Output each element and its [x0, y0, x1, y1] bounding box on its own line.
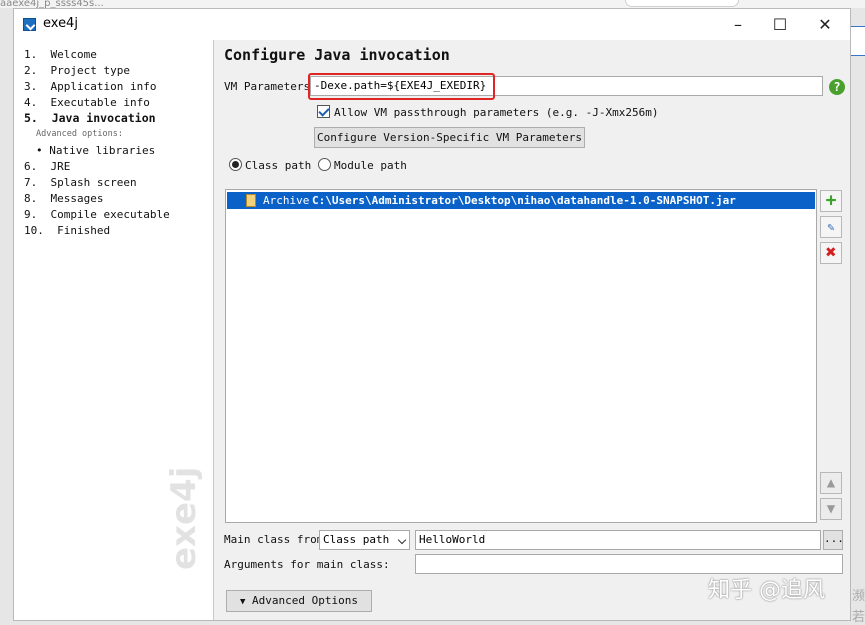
step-java-invocation[interactable]: 5. Java invocation: [24, 111, 156, 125]
edit-entry-icon[interactable]: ✎: [820, 216, 842, 238]
maximize-button[interactable]: ☐: [757, 9, 803, 40]
help-icon[interactable]: ?: [829, 79, 845, 95]
add-entry-icon[interactable]: +: [820, 190, 842, 212]
advanced-options-caption: Advanced options:: [36, 129, 123, 139]
step-messages[interactable]: 8. Messages: [24, 192, 103, 205]
step-native-libraries[interactable]: • Native libraries: [36, 144, 155, 157]
wizard-steps-sidebar: 1. Welcome 2. Project type 3. Applicatio…: [14, 40, 214, 620]
step-jre[interactable]: 6. JRE: [24, 160, 70, 173]
zhihu-watermark: 知乎 @追风: [708, 578, 825, 603]
main-class-from-label: Main class from: [224, 533, 324, 546]
exe4j-window: exe4j – ☐ ✕ 1. Welcome 2. Project type 3…: [13, 8, 851, 621]
module-path-radio[interactable]: [318, 158, 331, 171]
jar-archive-icon: [246, 194, 256, 207]
move-down-icon[interactable]: ▼: [820, 498, 842, 520]
module-path-radio-label: Module path: [334, 159, 407, 172]
entry-type: Archive: [263, 194, 310, 207]
main-class-source-value: Class path: [323, 533, 390, 546]
main-class-source-select[interactable]: Class path: [319, 530, 410, 550]
java-invocation-panel: Configure Java invocation VM Parameters:…: [214, 40, 850, 620]
step-welcome[interactable]: 1. Welcome: [24, 48, 97, 61]
browse-main-class-button[interactable]: ...: [823, 530, 844, 550]
step-application-info[interactable]: 3. Application info: [24, 80, 156, 93]
triangle-down-icon: ▼: [239, 597, 246, 607]
class-path-radio[interactable]: [229, 158, 242, 171]
step-finished[interactable]: 10. Finished: [24, 224, 110, 237]
move-up-icon[interactable]: ▲: [820, 472, 842, 494]
title-bar: exe4j – ☐ ✕: [14, 9, 850, 40]
edge-text: 濒: [852, 589, 865, 604]
remove-entry-icon[interactable]: ✖: [820, 242, 842, 264]
class-path-radio-label: Class path: [245, 159, 312, 172]
background-shape: [625, 0, 739, 7]
page-title: Configure Java invocation: [224, 46, 450, 64]
allow-passthrough-label: Allow VM passthrough parameters (e.g. -J…: [334, 106, 659, 119]
list-item[interactable]: Archive C:\Users\Administrator\Desktop\n…: [227, 192, 815, 209]
step-splash-screen[interactable]: 7. Splash screen: [24, 176, 137, 189]
edge-text: 若: [852, 610, 865, 625]
advanced-options-label: Advanced Options: [252, 594, 358, 607]
close-button[interactable]: ✕: [802, 9, 848, 40]
step-compile-executable[interactable]: 9. Compile executable: [24, 208, 170, 221]
window-title: exe4j: [43, 16, 78, 31]
arguments-input[interactable]: [415, 554, 843, 574]
step-project-type[interactable]: 2. Project type: [24, 64, 130, 77]
step-executable-info[interactable]: 4. Executable info: [24, 96, 150, 109]
allow-passthrough-checkbox[interactable]: [317, 105, 330, 118]
arguments-label: Arguments for main class:: [224, 558, 390, 571]
entry-path: C:\Users\Administrator\Desktop\nihao\dat…: [312, 194, 736, 207]
exe4j-watermark: exe4j: [164, 466, 204, 570]
advanced-options-button[interactable]: ▼ Advanced Options: [226, 590, 372, 612]
configure-version-specific-button[interactable]: Configure Version-Specific VM Parameters: [314, 127, 585, 148]
minimize-button[interactable]: –: [715, 9, 761, 40]
class-path-list[interactable]: Archive C:\Users\Administrator\Desktop\n…: [225, 189, 817, 523]
highlight-box: [308, 73, 495, 100]
exe4j-app-icon: [23, 18, 36, 31]
vm-parameters-label: VM Parameters:: [224, 80, 317, 93]
main-class-input[interactable]: HelloWorld: [415, 530, 821, 550]
chevron-down-icon: [397, 535, 407, 545]
